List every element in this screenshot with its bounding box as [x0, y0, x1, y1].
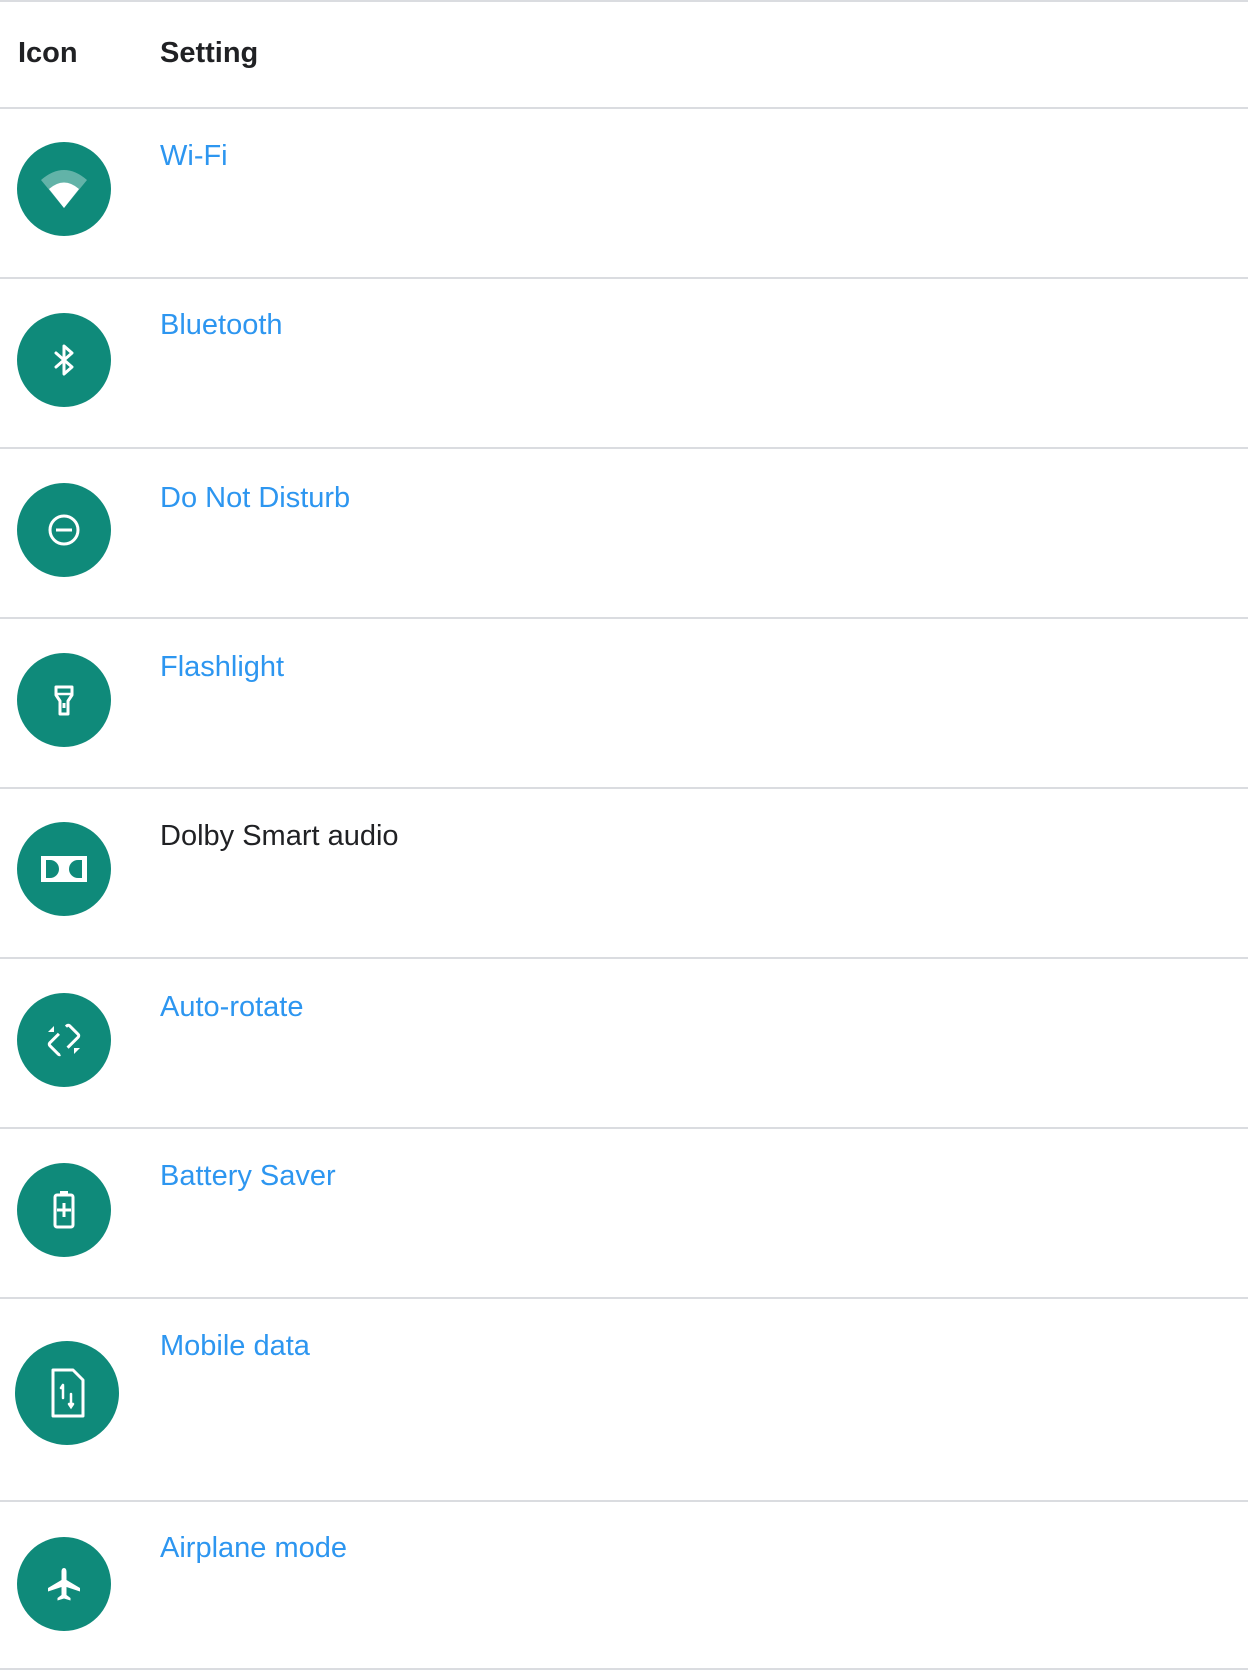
setting-link-do-not-disturb[interactable]: Do Not Disturb — [160, 480, 350, 516]
table-row: Airplane mode — [0, 1500, 1248, 1670]
table-header-row: Icon Setting — [0, 0, 1248, 107]
setting-link-wifi[interactable]: Wi-Fi — [160, 138, 228, 174]
flashlight-icon — [17, 653, 111, 747]
setting-link-auto-rotate[interactable]: Auto-rotate — [160, 989, 303, 1025]
table-row: Mobile data — [0, 1297, 1248, 1500]
setting-text-dolby: Dolby Smart audio — [160, 820, 399, 852]
setting-link-bluetooth[interactable]: Bluetooth — [160, 307, 283, 343]
wifi-icon — [17, 142, 111, 236]
auto-rotate-icon — [17, 993, 111, 1087]
table-row: Auto-rotate — [0, 957, 1248, 1127]
table-row: Do Not Disturb — [0, 447, 1248, 617]
header-icon: Icon — [18, 37, 78, 69]
table-row: Dolby Smart audio — [0, 787, 1248, 957]
bluetooth-icon — [17, 313, 111, 407]
header-setting: Setting — [160, 37, 259, 69]
settings-table: Icon Setting Wi-Fi Bluetooth Do Not Dist… — [0, 0, 1248, 1670]
setting-link-mobile-data[interactable]: Mobile data — [160, 1328, 310, 1364]
airplane-icon — [17, 1537, 111, 1631]
do-not-disturb-icon — [17, 483, 111, 577]
mobile-data-icon — [15, 1341, 119, 1445]
setting-link-battery-saver[interactable]: Battery Saver — [160, 1158, 336, 1194]
table-row: Flashlight — [0, 617, 1248, 787]
dolby-icon — [17, 822, 111, 916]
table-row: Battery Saver — [0, 1127, 1248, 1297]
setting-link-flashlight[interactable]: Flashlight — [160, 649, 284, 685]
battery-saver-icon — [17, 1163, 111, 1257]
table-row: Wi-Fi — [0, 107, 1248, 277]
table-row: Bluetooth — [0, 277, 1248, 447]
setting-link-airplane-mode[interactable]: Airplane mode — [160, 1530, 347, 1566]
